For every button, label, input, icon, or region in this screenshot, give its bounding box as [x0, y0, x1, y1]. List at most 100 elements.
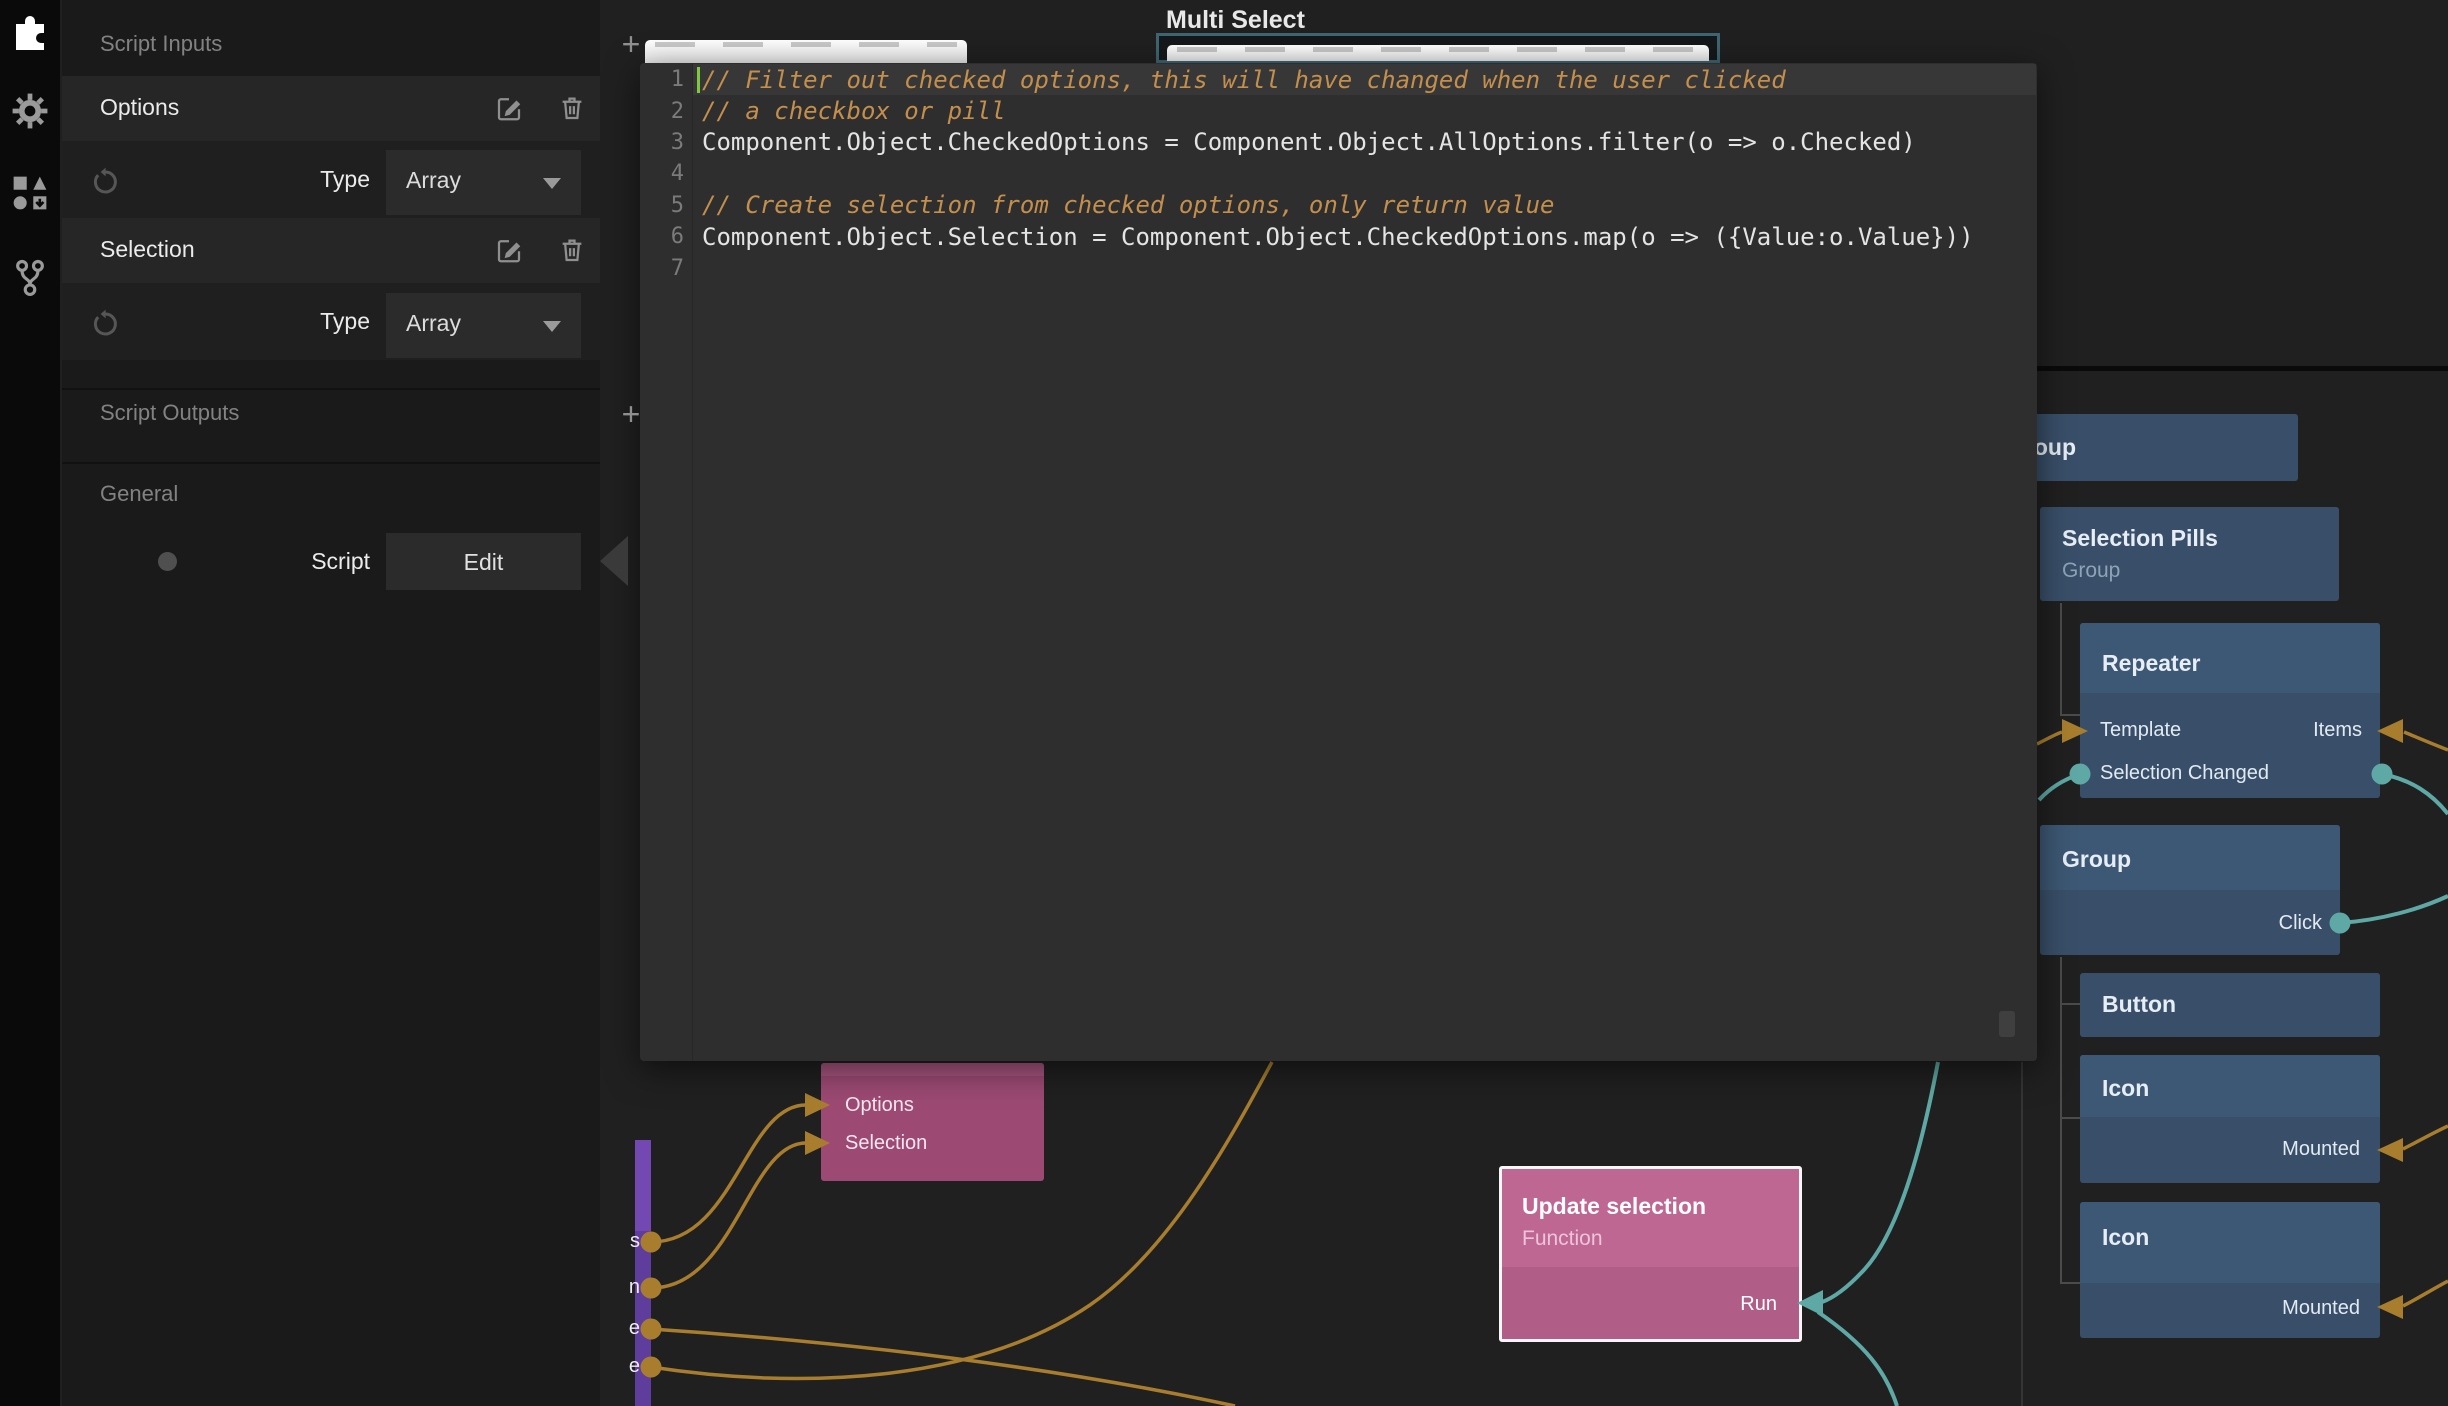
dropdown-value: Array: [406, 310, 461, 337]
tree-line: [2060, 1282, 2080, 1284]
port-template[interactable]: Template: [2100, 719, 2181, 742]
activity-bar: [0, 0, 60, 1406]
node-subtitle: Group: [2062, 559, 2120, 583]
node-title: Icon: [2102, 1224, 2149, 1251]
wire-click: [2340, 896, 2448, 923]
node-title: Icon: [2102, 1075, 2149, 1102]
node-title-band: [635, 1140, 651, 1231]
components-puzzle-icon[interactable]: [9, 9, 51, 51]
wire-selection: [651, 1143, 806, 1288]
port-label-fragment: e: [612, 1355, 640, 1378]
dropdown-value: Array: [406, 167, 461, 194]
code-text: Component.Object.CheckedOptions = Compon…: [702, 128, 1916, 156]
node-title: Selection Pills: [2062, 525, 2218, 552]
wire-options: [651, 1105, 806, 1242]
line-number: 7: [640, 256, 684, 281]
port-selection-changed[interactable]: Selection Changed: [2100, 762, 2269, 785]
version-control-branch-icon[interactable]: [9, 256, 51, 298]
component-library-icon[interactable]: [9, 172, 51, 214]
preview-multiselect-bar: [1167, 45, 1709, 61]
port-mounted[interactable]: Mounted: [2282, 1297, 2360, 1320]
code-line[interactable]: 1 // Filter out checked options, this wil…: [640, 64, 2037, 95]
node-icon-a[interactable]: Icon Mounted: [2080, 1055, 2380, 1183]
wire-selection-changed-right: [2382, 774, 2448, 814]
add-script-input-button[interactable]: +: [614, 27, 648, 61]
code-text: // Create selection from checked options…: [702, 191, 1555, 219]
code-text: // Filter out checked options, this will…: [702, 66, 1786, 94]
port-items[interactable]: Items: [2313, 719, 2362, 742]
code-line[interactable]: 6 Component.Object.Selection = Component.…: [640, 221, 2037, 252]
script-label: Script: [270, 548, 370, 575]
node-repeater[interactable]: Repeater Template Items Selection Change…: [2080, 623, 2380, 798]
line-number: 5: [640, 193, 684, 218]
node-group[interactable]: Group Click: [2040, 825, 2340, 955]
line-number: 1: [640, 67, 684, 92]
line-number: 6: [640, 224, 684, 249]
editor-popup-arrow: [600, 536, 628, 586]
preview-input-bar: [645, 40, 967, 63]
tree-line: [2021, 1062, 2023, 1406]
code-line[interactable]: 7: [640, 252, 2037, 283]
text-caret: [697, 67, 700, 93]
edit-script-button[interactable]: Edit: [386, 533, 581, 590]
node-selection-pills[interactable]: Selection Pills Group: [2040, 507, 2339, 601]
preview-multiselect-ticks: [1177, 47, 1699, 52]
preview-input-ticks: [655, 42, 957, 47]
wire-mounted-a: [2403, 1126, 2448, 1149]
delete-icon[interactable]: [557, 93, 587, 129]
node-button[interactable]: Button: [2080, 973, 2380, 1037]
code-line[interactable]: 4: [640, 158, 2037, 189]
port-mounted[interactable]: Mounted: [2282, 1138, 2360, 1161]
node-title: Button: [2102, 991, 2176, 1018]
code-text: // a checkbox or pill: [702, 97, 1005, 125]
delete-icon[interactable]: [557, 235, 587, 271]
section-divider: [62, 388, 600, 390]
type-dropdown-options[interactable]: Array: [386, 150, 581, 215]
editor-scrollbar-thumb[interactable]: [1999, 1011, 2015, 1037]
tree-line: [2060, 1117, 2080, 1119]
type-dropdown-selection[interactable]: Array: [386, 293, 581, 358]
rename-icon[interactable]: [494, 235, 524, 271]
node-update-selection[interactable]: Update selection Function Run: [1499, 1166, 1802, 1342]
add-script-output-button[interactable]: +: [614, 397, 648, 431]
node-icon-b[interactable]: Icon Mounted: [2080, 1202, 2380, 1338]
node-subtitle: Function: [1522, 1227, 1603, 1251]
code-line[interactable]: 2// a checkbox or pill: [640, 95, 2037, 126]
type-label: Type: [270, 308, 370, 335]
script-code-editor[interactable]: 1 // Filter out checked options, this wil…: [640, 63, 2037, 1061]
code-line[interactable]: 3 Component.Object.CheckedOptions = Compo…: [640, 127, 2037, 158]
port-options[interactable]: Options: [845, 1094, 914, 1117]
node-title-band: [821, 1063, 1044, 1076]
wire-mounted-b: [2403, 1281, 2448, 1306]
code-text: Component.Object.Selection = Component.O…: [702, 223, 1974, 251]
port-label-fragment: s: [612, 1230, 640, 1253]
tree-line: [2060, 957, 2062, 1284]
wire-out-bottom: [651, 1329, 1235, 1406]
wire-selection-changed-left: [2039, 774, 2080, 800]
code-lines[interactable]: 1 // Filter out checked options, this wil…: [640, 64, 2037, 284]
wire-template-stub: [2037, 732, 2062, 744]
node-title: Update selection: [1522, 1193, 1706, 1220]
script-connection-dot: [158, 552, 177, 571]
port-run[interactable]: Run: [1740, 1293, 1777, 1316]
section-divider: [62, 462, 600, 464]
reset-value-icon[interactable]: [90, 309, 120, 345]
arrowhead-items: [2377, 719, 2403, 743]
settings-gear-icon[interactable]: [9, 90, 51, 132]
tree-line: [2060, 603, 2062, 716]
port-label-fragment: e: [612, 1317, 640, 1340]
rename-icon[interactable]: [494, 93, 524, 129]
node-checked-options[interactable]: Options Selection: [821, 1063, 1044, 1181]
type-row-options: Type Array: [62, 141, 600, 218]
arrowhead-mounted-a: [2377, 1138, 2403, 1162]
code-line[interactable]: 5 // Create selection from checked option…: [640, 190, 2037, 221]
port-selection[interactable]: Selection: [845, 1132, 927, 1155]
line-number: 3: [640, 130, 684, 155]
port-click[interactable]: Click: [2279, 912, 2322, 935]
wire-run-out-bottom: [1818, 1312, 1897, 1406]
port-label-fragment: n: [612, 1276, 640, 1299]
reset-value-icon[interactable]: [90, 167, 120, 203]
tree-line: [2060, 714, 2080, 716]
tree-line: [2060, 1003, 2080, 1005]
input-row-options: Options: [62, 76, 600, 141]
